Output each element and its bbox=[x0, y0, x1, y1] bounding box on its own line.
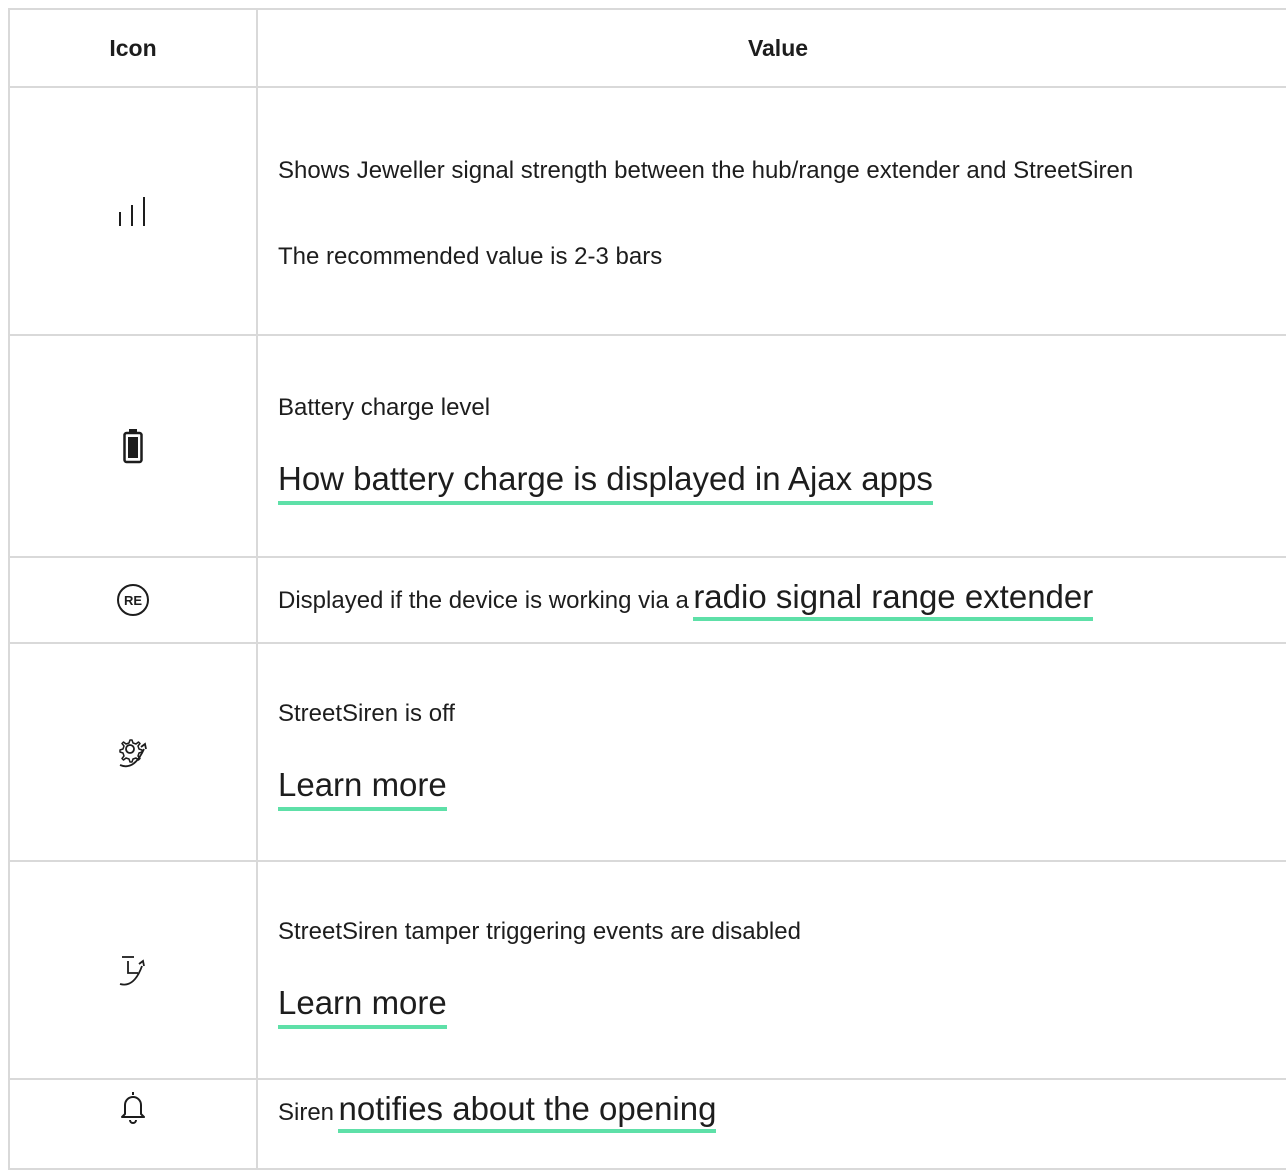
tamper-disabled-icon bbox=[116, 953, 150, 987]
value-cell: StreetSiren is off Learn more bbox=[256, 642, 1286, 862]
range-extender-icon: RE bbox=[116, 583, 150, 617]
battery-charge-link[interactable]: How battery charge is displayed in Ajax … bbox=[278, 459, 933, 505]
extender-description: Displayed if the device is working via a bbox=[278, 587, 689, 614]
value-cell: StreetSiren tamper triggering events are… bbox=[256, 860, 1286, 1080]
icon-column-header: Icon bbox=[8, 8, 258, 88]
value-cell: Battery charge level How battery charge … bbox=[256, 334, 1286, 558]
icon-cell bbox=[8, 1078, 258, 1170]
battery-icon bbox=[122, 428, 144, 464]
table-row: Siren notifies about the opening bbox=[8, 1078, 1286, 1170]
value-cell: Shows Jeweller signal strength between t… bbox=[256, 86, 1286, 336]
icon-cell bbox=[8, 334, 258, 558]
siren-off-gear-icon bbox=[116, 735, 150, 769]
range-extender-icon-label: RE bbox=[124, 593, 142, 608]
battery-description: Battery charge level bbox=[278, 394, 491, 421]
table-row: RE Displayed if the device is working vi… bbox=[8, 556, 1286, 644]
learn-more-link[interactable]: Learn more bbox=[278, 983, 447, 1029]
siren-label: Siren bbox=[278, 1099, 335, 1126]
table-row: Battery charge level How battery charge … bbox=[8, 334, 1286, 558]
table-row: StreetSiren is off Learn more bbox=[8, 642, 1286, 862]
siren-off-description: StreetSiren is off bbox=[278, 700, 455, 727]
value-column-header: Value bbox=[256, 8, 1286, 88]
icon-cell: RE bbox=[8, 556, 258, 644]
table-row: Shows Jeweller signal strength between t… bbox=[8, 86, 1286, 336]
signal-description: Shows Jeweller signal strength between t… bbox=[278, 157, 1134, 184]
table-header-row: Icon Value bbox=[8, 8, 1286, 88]
signal-bars-icon bbox=[116, 196, 150, 226]
learn-more-link[interactable]: Learn more bbox=[278, 765, 447, 811]
notifies-opening-link[interactable]: notifies about the opening bbox=[338, 1090, 717, 1133]
tamper-description: StreetSiren tamper triggering events are… bbox=[278, 918, 801, 945]
icon-cell bbox=[8, 86, 258, 336]
icon-cell bbox=[8, 860, 258, 1080]
bell-icon bbox=[118, 1090, 148, 1124]
range-extender-link[interactable]: radio signal range extender bbox=[693, 578, 1094, 621]
status-icons-table: Icon Value Shows Jeweller signal strengt… bbox=[8, 8, 1286, 1170]
icon-cell bbox=[8, 642, 258, 862]
value-cell: Displayed if the device is working via a… bbox=[256, 556, 1286, 644]
signal-recommendation: The recommended value is 2-3 bars bbox=[278, 243, 663, 270]
value-cell: Siren notifies about the opening bbox=[256, 1078, 1286, 1170]
table-row: StreetSiren tamper triggering events are… bbox=[8, 860, 1286, 1080]
